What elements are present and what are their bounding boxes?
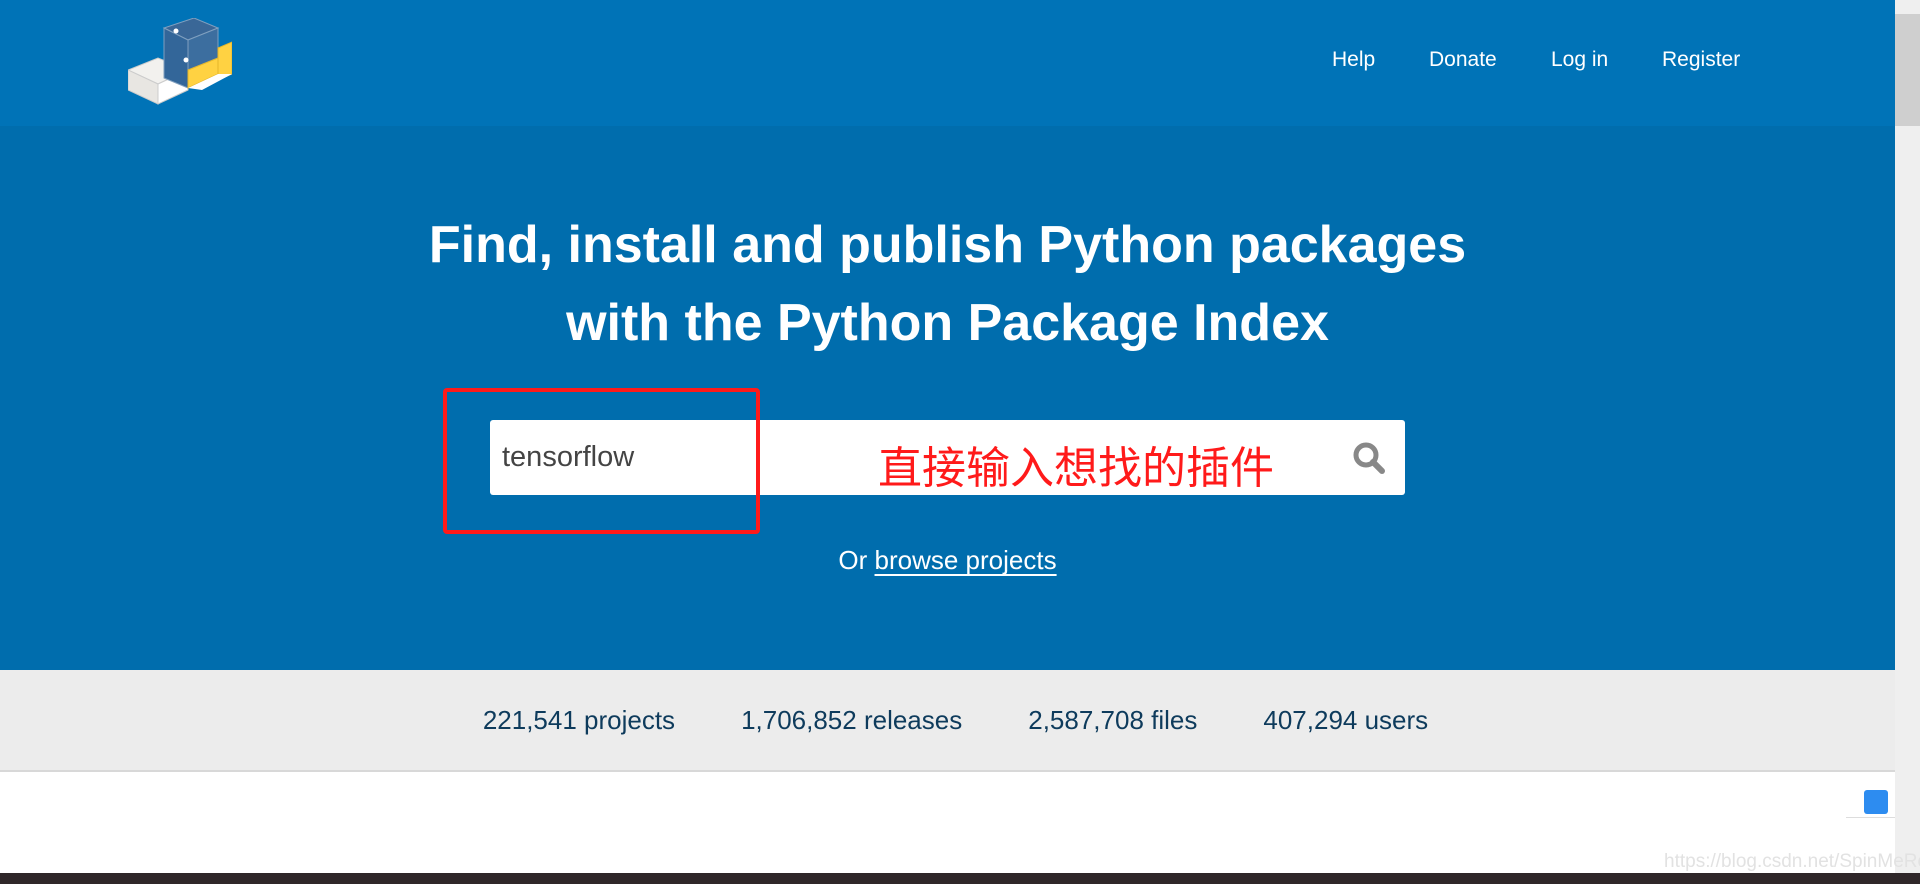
nav-donate[interactable]: Donate	[1429, 48, 1497, 72]
nav-login[interactable]: Log in	[1551, 48, 1608, 72]
watermark: https://blog.csdn.net/SpinMeRound	[1664, 851, 1920, 872]
title-line-1: Find, install and publish Python package…	[428, 216, 1467, 274]
search-icon[interactable]	[1349, 438, 1389, 478]
stat-projects: 221,541 projects	[482, 704, 676, 735]
nav-help[interactable]: Help	[1332, 48, 1375, 72]
taskbar	[0, 873, 1920, 884]
browse-prefix: Or	[838, 545, 868, 575]
stat-files: 2,587,708 files	[1028, 704, 1198, 735]
title-line-2: with the Python Package Index	[566, 294, 1329, 352]
browse-projects-link[interactable]: browse projects	[875, 545, 1057, 575]
user-icon[interactable]	[1864, 790, 1888, 814]
stat-users: 407,294 users	[1263, 704, 1429, 735]
site-header: Help Donate Log in Register	[0, 0, 1895, 126]
annotation-text: 直接输入想找的插件	[878, 443, 1274, 494]
stats-bar: 221,541 projects 1,706,852 releases 2,58…	[0, 670, 1895, 772]
stat-releases: 1,706,852 releases	[741, 704, 963, 735]
pypi-logo[interactable]	[128, 18, 232, 110]
page-title: Find, install and publish Python package…	[0, 206, 1895, 362]
floating-widget[interactable]	[1846, 786, 1895, 818]
scrollbar[interactable]	[1895, 0, 1920, 873]
browse-line: Or browse projects	[0, 545, 1895, 576]
annotation-highlight-box	[443, 388, 760, 534]
nav-register[interactable]: Register	[1662, 48, 1740, 72]
scrollbar-thumb[interactable]	[1895, 14, 1920, 126]
